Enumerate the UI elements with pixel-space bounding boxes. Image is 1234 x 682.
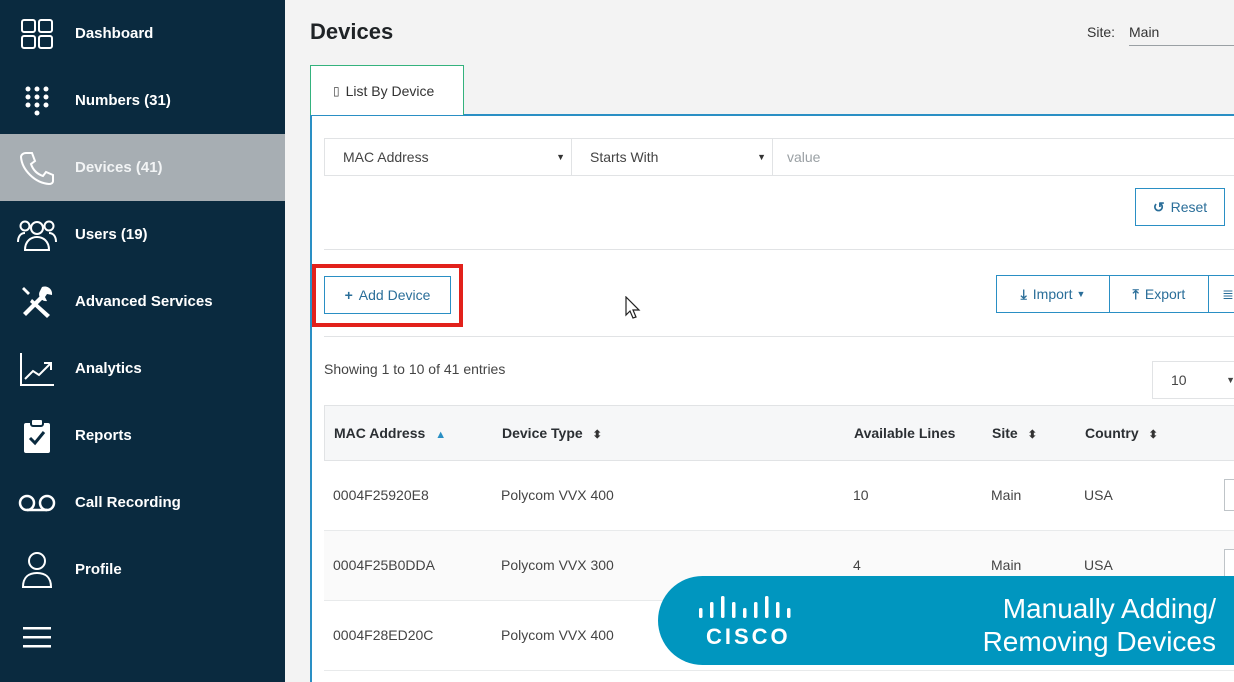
sidebar-item-label: Reports — [75, 427, 132, 444]
tools-icon — [17, 282, 57, 322]
banner-title-line: Manually Adding/ — [1002, 593, 1216, 624]
import-button[interactable]: ⤓ Import ▼ — [996, 275, 1110, 313]
sidebar-item-users[interactable]: Users (19) — [0, 201, 285, 268]
banner-title-line: Removing Devices — [982, 626, 1216, 657]
cell-mac: 0004F25920E8 — [333, 487, 429, 503]
sort-icon: ⬍ — [592, 429, 602, 441]
cell-country: USA — [1084, 487, 1113, 503]
row-action-button[interactable] — [1224, 479, 1234, 511]
sidebar-item-devices[interactable]: Devices (41) — [0, 134, 285, 201]
page-size-select[interactable]: 10 ▼ — [1152, 361, 1234, 399]
site-label: Site: — [1087, 24, 1116, 40]
import-label: Import — [1032, 286, 1073, 302]
cell-lines: 4 — [853, 557, 861, 573]
filter-value-input[interactable]: value — [773, 139, 1234, 175]
chevron-down-icon: ▼ — [757, 152, 766, 162]
column-header-mac[interactable]: MAC Address ▲ — [334, 425, 446, 441]
sidebar-item-label: Devices (41) — [75, 159, 163, 176]
sidebar-item-advanced-services[interactable]: Advanced Services — [0, 268, 285, 335]
cell-device-type: Polycom VVX 300 — [501, 557, 614, 573]
chevron-down-icon: ▼ — [1226, 375, 1234, 385]
sidebar-item-label: Numbers (31) — [75, 92, 171, 109]
hamburger-menu-icon — [17, 617, 57, 657]
dashboard-grid-icon — [17, 14, 57, 54]
sidebar-item-numbers[interactable]: Numbers (31) — [0, 67, 285, 134]
cell-mac: 0004F28ED20C — [333, 627, 434, 643]
column-header-available-lines[interactable]: Available Lines — [854, 425, 955, 441]
sidebar-item-reports[interactable]: Reports — [0, 402, 285, 469]
list-icon: ≣ — [1222, 285, 1234, 302]
cell-lines: 10 — [853, 487, 869, 503]
tab-label: List By Device — [345, 82, 435, 99]
export-label: Export — [1144, 286, 1186, 302]
banner-title: Manually Adding/ Removing Devices — [958, 592, 1216, 658]
column-header-device-type[interactable]: Device Type ⬍ — [502, 425, 602, 441]
cell-country: USA — [1084, 557, 1113, 573]
filter-operator-value: Starts With — [590, 149, 659, 165]
sidebar-item-analytics[interactable]: Analytics — [0, 335, 285, 402]
sidebar-item-label: Profile — [75, 561, 122, 578]
cell-site: Main — [991, 557, 1022, 573]
sidebar-item-label: Call Recording — [75, 494, 181, 511]
add-device-button[interactable]: + Add Device — [324, 276, 451, 314]
sidebar-item-call-recording[interactable]: Call Recording — [0, 469, 285, 536]
sidebar-item-label: Advanced Services — [75, 293, 213, 310]
sidebar-item-label: Dashboard — [75, 25, 154, 42]
sidebar-item-profile[interactable]: Profile — [0, 536, 285, 603]
reset-label: Reset — [1170, 199, 1208, 215]
filter-operator-select[interactable]: Starts With ▼ — [572, 139, 773, 175]
upload-icon: ⤒ — [1132, 285, 1139, 302]
add-device-label: Add Device — [358, 287, 431, 303]
cell-mac: 0004F25B0DDA — [333, 557, 435, 573]
analytics-chart-icon — [17, 349, 57, 389]
sidebar-item-label: Analytics — [75, 360, 142, 377]
cell-device-type: Polycom VVX 400 — [501, 627, 614, 643]
site-selector[interactable]: Main — [1129, 24, 1234, 46]
page-title: Devices — [310, 19, 394, 44]
cell-device-type: Polycom VVX 400 — [501, 487, 614, 503]
undo-icon: ↺ — [1152, 198, 1165, 215]
sidebar-menu-toggle[interactable] — [0, 603, 285, 670]
device-icon: ▯ — [333, 83, 340, 98]
clipboard-check-icon — [17, 416, 57, 456]
columns-button[interactable]: ≣ — [1208, 275, 1234, 313]
chevron-down-icon: ▼ — [556, 152, 565, 162]
voicemail-icon — [17, 483, 57, 523]
sidebar: Dashboard Numbers (31) Devices (41) User… — [0, 0, 285, 682]
cell-site: Main — [991, 487, 1022, 503]
column-header-country[interactable]: Country ⬍ — [1085, 425, 1158, 441]
sort-icon: ⬍ — [1027, 429, 1037, 441]
filter-field-value: MAC Address — [343, 149, 429, 165]
divider — [324, 336, 1234, 337]
dialpad-icon — [17, 81, 57, 121]
table-header: MAC Address ▲ Device Type ⬍ Available Line… — [324, 405, 1234, 461]
table-row[interactable]: 0004F25920E8 Polycom VVX 400 10 Main USA — [324, 461, 1234, 531]
page-size-value: 10 — [1171, 372, 1187, 388]
reset-button[interactable]: ↺ Reset — [1135, 188, 1225, 226]
export-button[interactable]: ⤒ Export — [1109, 275, 1209, 313]
sort-icon: ⬍ — [1148, 429, 1158, 441]
tab-list-by-device[interactable]: ▯ List By Device — [310, 65, 464, 115]
filter-field-select[interactable]: MAC Address ▼ — [325, 139, 572, 175]
caret-down-icon: ▼ — [1076, 289, 1086, 299]
mouse-cursor-icon — [625, 296, 641, 319]
users-group-icon — [17, 215, 57, 255]
video-title-banner: CISCO Manually Adding/ Removing Devices — [658, 576, 1234, 665]
entries-info: Showing 1 to 10 of 41 entries — [324, 361, 506, 377]
sidebar-item-dashboard[interactable]: Dashboard — [0, 0, 285, 67]
filter-bar: MAC Address ▼ Starts With ▼ value — [324, 138, 1234, 176]
phone-handset-icon — [17, 148, 57, 188]
cisco-wordmark: CISCO — [706, 624, 791, 649]
download-icon: ⤓ — [1020, 285, 1027, 302]
sort-asc-icon: ▲ — [435, 429, 447, 441]
divider — [324, 249, 1234, 250]
person-icon — [17, 550, 57, 590]
sidebar-item-label: Users (19) — [75, 226, 148, 243]
column-header-site[interactable]: Site ⬍ — [992, 425, 1037, 441]
plus-icon: + — [344, 287, 353, 303]
